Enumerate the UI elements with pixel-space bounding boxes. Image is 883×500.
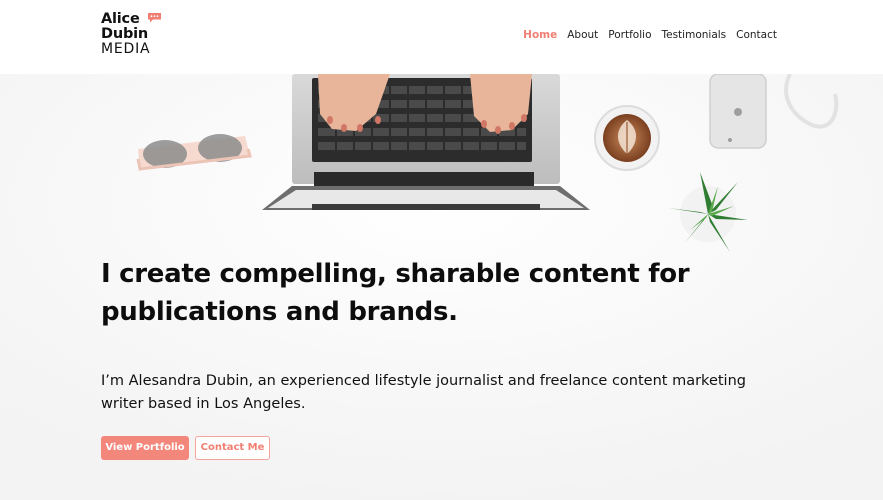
- nav-home[interactable]: Home: [523, 29, 557, 42]
- site-logo[interactable]: Alice Dubin MEDIA: [101, 12, 171, 62]
- nav-testimonials[interactable]: Testimonials: [662, 29, 727, 42]
- contact-me-button[interactable]: Contact Me: [195, 436, 270, 460]
- main-nav: Home About Portfolio Testimonials Contac…: [523, 29, 777, 42]
- laptop-image: [262, 74, 590, 210]
- nav-about[interactable]: About: [567, 29, 598, 42]
- hero-headline: I create compelling, sharable content fo…: [101, 259, 690, 327]
- speech-bubble-icon: [148, 13, 161, 23]
- nav-contact[interactable]: Contact: [736, 29, 777, 42]
- hero-subtext: I’m Alesandra Dubin, an experienced life…: [101, 373, 746, 412]
- logo-line-3: MEDIA: [101, 41, 151, 57]
- nav-portfolio[interactable]: Portfolio: [608, 29, 651, 42]
- view-portfolio-button[interactable]: View Portfolio: [101, 436, 189, 460]
- coffee-cup-image: [594, 105, 660, 171]
- site-header: Alice Dubin MEDIA Home About Portfolio T…: [0, 0, 883, 74]
- logo-line-2: Dubin: [101, 26, 149, 42]
